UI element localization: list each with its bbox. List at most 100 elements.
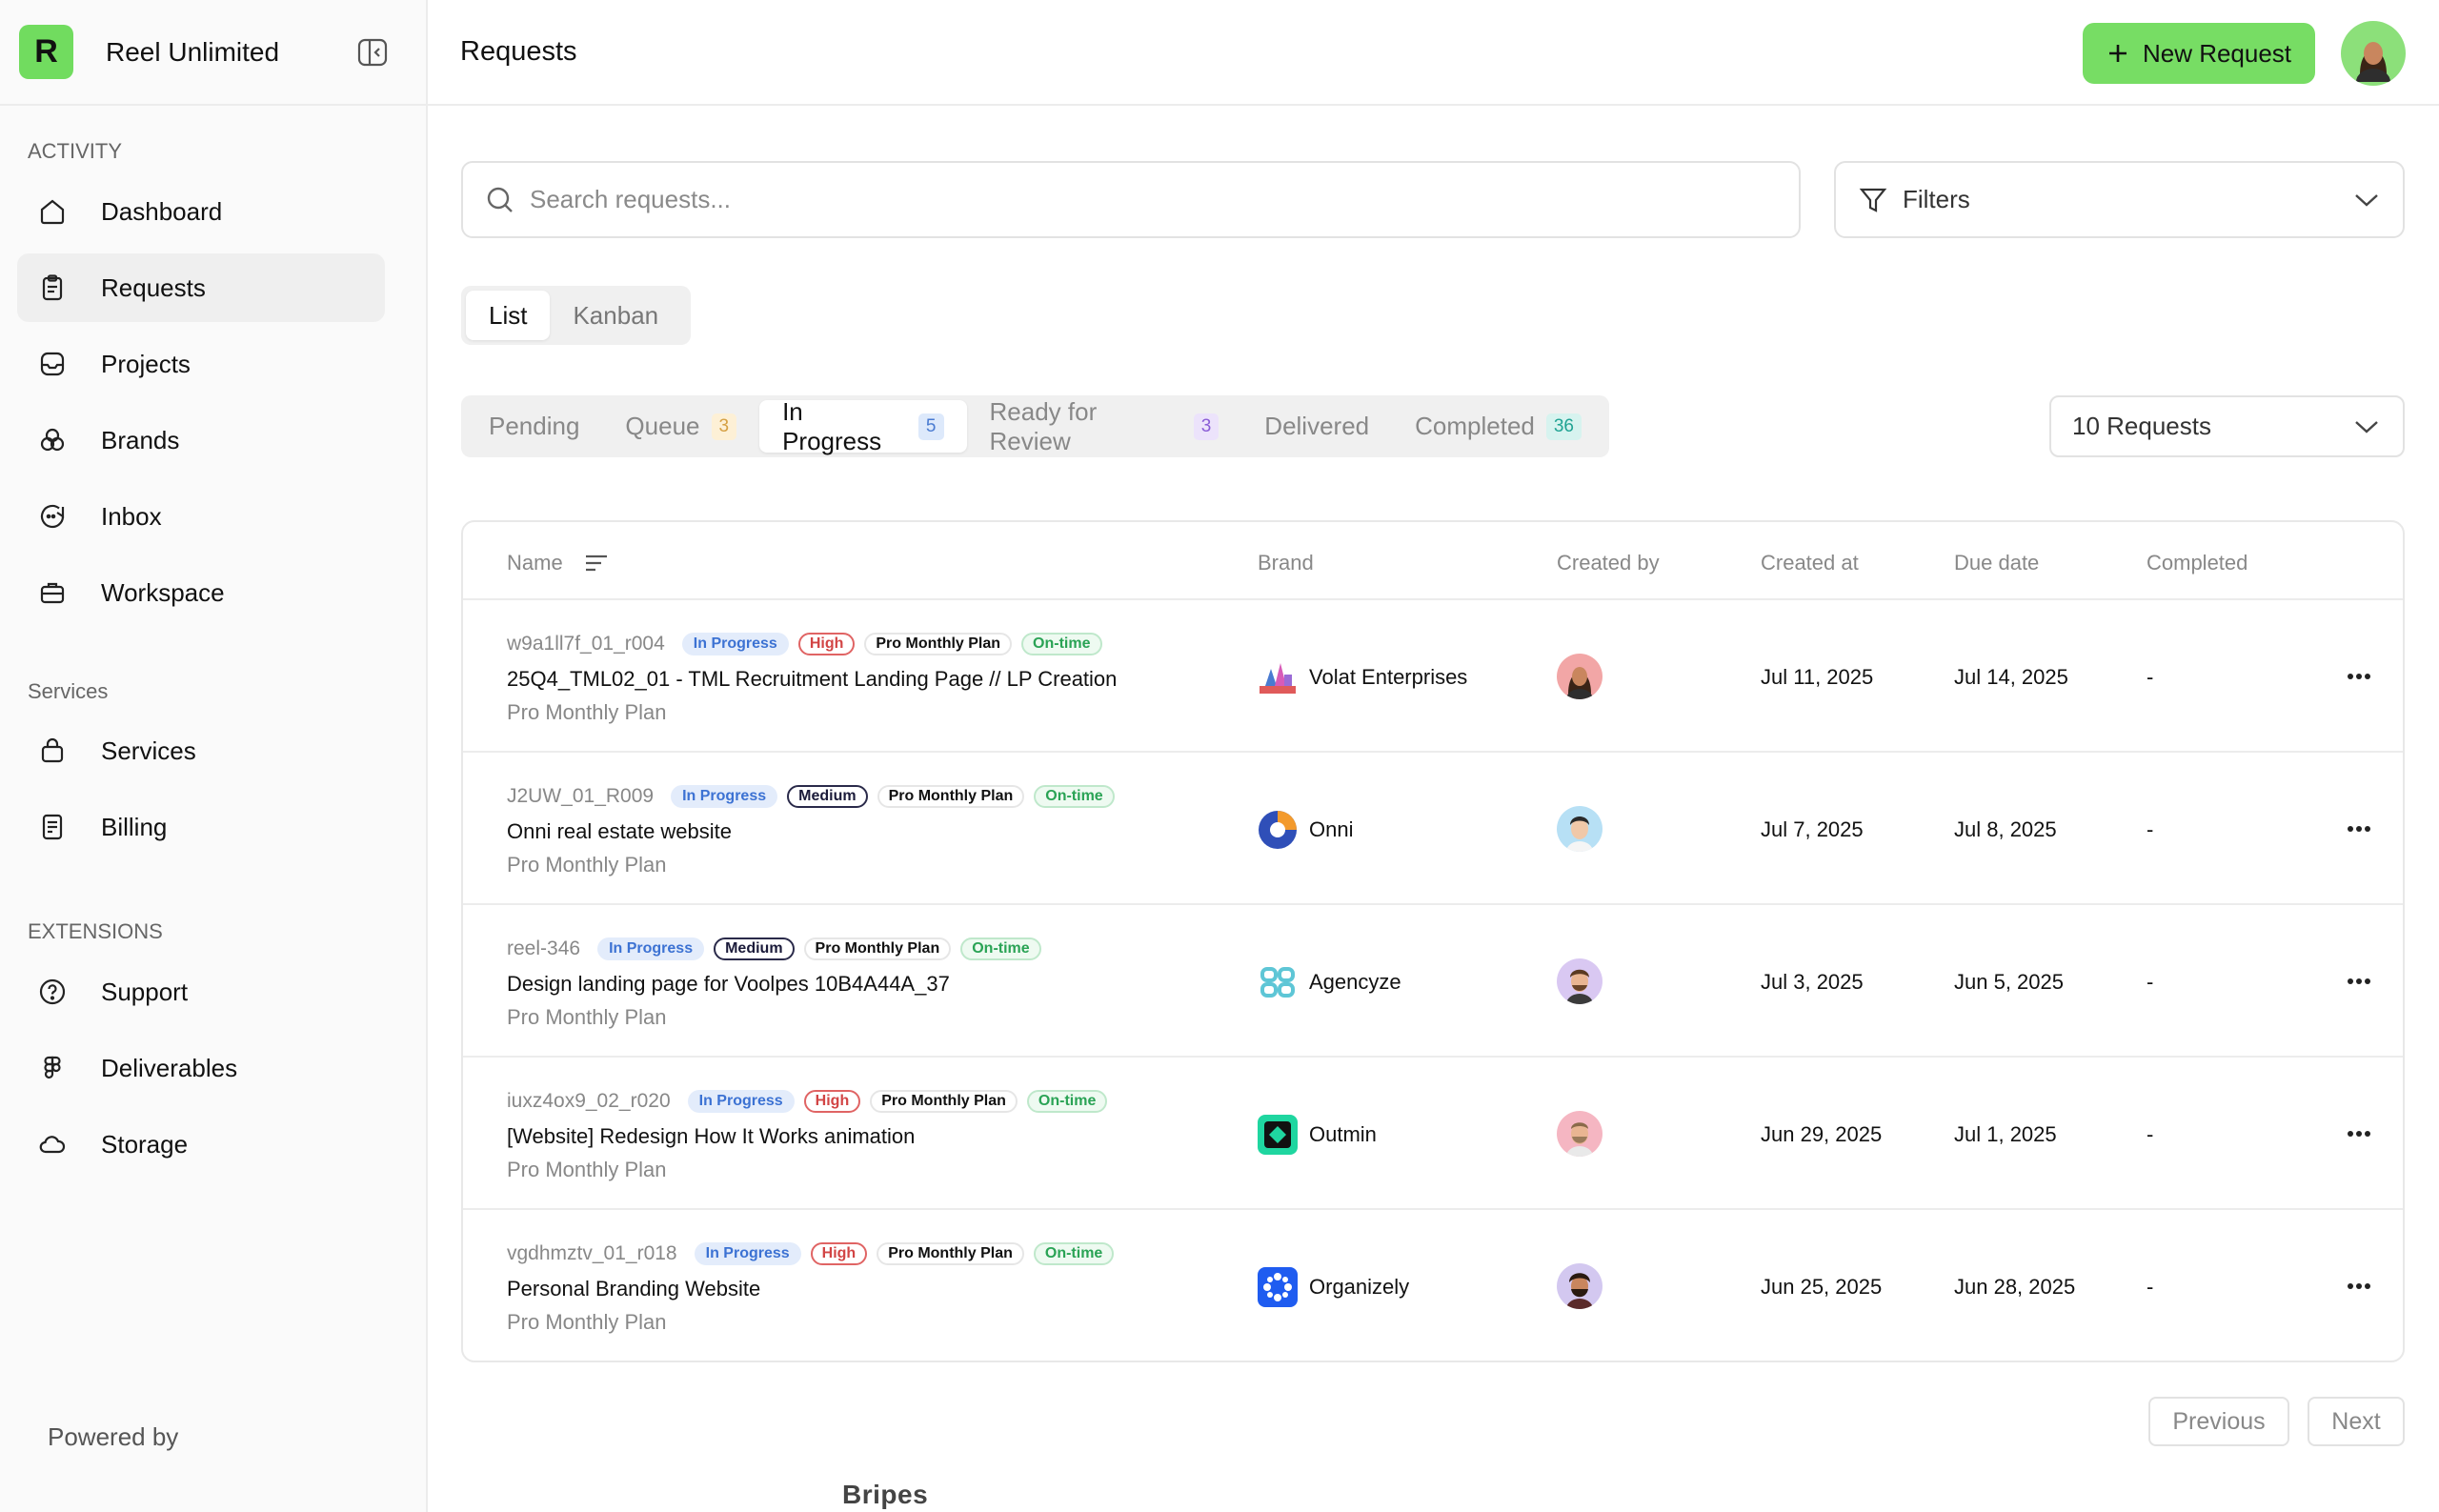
sidebar: R Reel Unlimited ACTIVITY Dashboard Requ… — [0, 0, 928, 1512]
sidebar-item-storage[interactable]: Storage — [17, 1110, 385, 1179]
created-at: Jul 3, 2025 — [1761, 970, 1864, 994]
table-header: Name Brand Created by Created at Due dat… — [463, 522, 2403, 600]
sidebar-item-billing[interactable]: Billing — [17, 793, 385, 861]
sidebar-item-requests[interactable]: Requests — [17, 253, 385, 322]
more-actions-icon[interactable] — [2342, 812, 2376, 846]
creator-avatar[interactable] — [1557, 654, 1602, 699]
tab-queue[interactable]: Queue 3 — [602, 400, 759, 453]
tab-in-progress[interactable]: In Progress 5 — [759, 397, 967, 455]
page-title: Requests — [460, 36, 577, 67]
creator-avatar[interactable] — [1557, 1111, 1602, 1157]
request-title[interactable]: 25Q4_TML02_01 - TML Recruitment Landing … — [507, 667, 1117, 692]
plus-icon — [2108, 45, 2127, 62]
column-header-brand: Brand — [1258, 551, 1314, 575]
request-title[interactable]: Design landing page for Voolpes 10B4A44A… — [507, 972, 950, 997]
tab-ready-for-review[interactable]: Ready for Review 3 — [967, 397, 1242, 455]
powered-by[interactable]: Powered by Bripes — [48, 1422, 928, 1509]
status-badge: In Progress — [694, 1242, 801, 1265]
sidebar-item-projects[interactable]: Projects — [17, 330, 385, 398]
more-actions-icon[interactable] — [2342, 1117, 2376, 1151]
brand-logo-icon — [1258, 810, 1298, 850]
request-title[interactable]: [Website] Redesign How It Works animatio… — [507, 1124, 915, 1149]
creator-avatar[interactable] — [1557, 1263, 1602, 1309]
priority-badge: Medium — [714, 937, 795, 960]
creator-avatar[interactable] — [1557, 958, 1602, 1004]
powered-by-brand: Bripes — [842, 1480, 929, 1509]
more-actions-icon[interactable] — [2342, 1269, 2376, 1303]
view-list-tab[interactable]: List — [466, 291, 551, 340]
brand-name: Volat Enterprises — [1309, 665, 1468, 689]
clipboard-icon — [36, 272, 69, 304]
request-plan: Pro Monthly Plan — [507, 1310, 667, 1334]
sidebar-item-workspace[interactable]: Workspace — [17, 558, 385, 627]
priority-badge: High — [803, 1090, 861, 1113]
sidebar-item-support[interactable]: Support — [17, 958, 385, 1026]
table-row[interactable]: reel-346 In Progress Medium Pro Monthly … — [463, 905, 2403, 1058]
sidebar-item-label: Projects — [101, 349, 191, 378]
completed-date: - — [2147, 665, 2154, 689]
created-at: Jul 11, 2025 — [1761, 665, 1874, 689]
sidebar-header: R Reel Unlimited — [0, 0, 426, 106]
sidebar-item-label: Workspace — [101, 577, 225, 607]
tab-delivered[interactable]: Delivered — [1241, 400, 1392, 453]
creator-avatar[interactable] — [1557, 806, 1602, 852]
tab-count-badge: 36 — [1545, 413, 1582, 440]
receipt-icon — [36, 811, 69, 843]
new-request-label: New Request — [2142, 38, 2292, 68]
sidebar-toggle-icon[interactable] — [353, 33, 392, 71]
column-header-name[interactable]: Name — [507, 551, 609, 575]
timing-badge: On-time — [1034, 785, 1115, 808]
sort-icon[interactable] — [584, 553, 609, 574]
briefcase-icon — [36, 576, 69, 609]
plan-badge: Pro Monthly Plan — [864, 633, 1013, 655]
home-icon — [36, 195, 69, 228]
status-badge: In Progress — [687, 1090, 795, 1113]
tab-pending[interactable]: Pending — [466, 400, 602, 453]
powered-by-label: Powered by — [48, 1422, 179, 1451]
sidebar-item-label: Inbox — [101, 501, 162, 531]
previous-page-button[interactable]: Previous — [2148, 1397, 2289, 1446]
sidebar-item-services[interactable]: Services — [17, 716, 385, 785]
per-page-select[interactable]: 10 Requests — [2049, 395, 2405, 457]
request-meta: reel-346 In Progress Medium Pro Monthly … — [507, 937, 1041, 960]
sidebar-item-inbox[interactable]: Inbox — [17, 482, 385, 551]
table-row[interactable]: vgdhmztv_01_r018 In Progress High Pro Mo… — [463, 1210, 2403, 1361]
table-row[interactable]: w9a1ll7f_01_r004 In Progress High Pro Mo… — [463, 600, 2403, 753]
tab-count-badge: 3 — [1193, 413, 1220, 440]
brand-logo-icon — [1258, 1267, 1298, 1307]
chat-icon — [36, 500, 69, 533]
request-title[interactable]: Onni real estate website — [507, 819, 732, 844]
sidebar-item-brands[interactable]: Brands — [17, 406, 385, 474]
request-meta: vgdhmztv_01_r018 In Progress High Pro Mo… — [507, 1242, 1115, 1265]
plan-badge: Pro Monthly Plan — [803, 937, 952, 960]
search-input[interactable] — [530, 185, 1768, 214]
brand-name: Organizely — [1309, 1275, 1410, 1299]
inbox-tray-icon — [36, 348, 69, 380]
sidebar-item-dashboard[interactable]: Dashboard — [17, 177, 385, 246]
view-kanban-tab[interactable]: Kanban — [550, 291, 681, 340]
tab-completed[interactable]: Completed 36 — [1392, 400, 1604, 453]
brand-cell: Volat Enterprises — [1258, 657, 1467, 697]
sidebar-item-label: Billing — [101, 812, 168, 841]
due-date: Jul 14, 2025 — [1954, 665, 2068, 689]
table-row[interactable]: iuxz4ox9_02_r020 In Progress High Pro Mo… — [463, 1058, 2403, 1210]
chevron-down-icon — [2355, 193, 2378, 207]
request-plan: Pro Monthly Plan — [507, 1005, 667, 1029]
logo-letter: R — [34, 33, 58, 70]
more-actions-icon[interactable] — [2342, 659, 2376, 694]
column-header-due-date: Due date — [1954, 551, 2040, 575]
user-avatar[interactable] — [2341, 21, 2406, 86]
next-page-button[interactable]: Next — [2308, 1397, 2405, 1446]
new-request-button[interactable]: New Request — [2083, 23, 2315, 84]
app-logo[interactable]: R — [19, 25, 73, 79]
due-date: Jul 8, 2025 — [1954, 817, 2057, 841]
search-box[interactable] — [461, 161, 1801, 238]
table-row[interactable]: J2UW_01_R009 In Progress Medium Pro Mont… — [463, 753, 2403, 905]
sidebar-item-deliverables[interactable]: Deliverables — [17, 1034, 385, 1102]
tab-label: Pending — [489, 412, 580, 440]
bag-icon — [36, 735, 69, 767]
filters-dropdown[interactable]: Filters — [1834, 161, 2405, 238]
brand-cell: Agencyze — [1258, 962, 1401, 1002]
more-actions-icon[interactable] — [2342, 964, 2376, 998]
request-title[interactable]: Personal Branding Website — [507, 1277, 760, 1301]
